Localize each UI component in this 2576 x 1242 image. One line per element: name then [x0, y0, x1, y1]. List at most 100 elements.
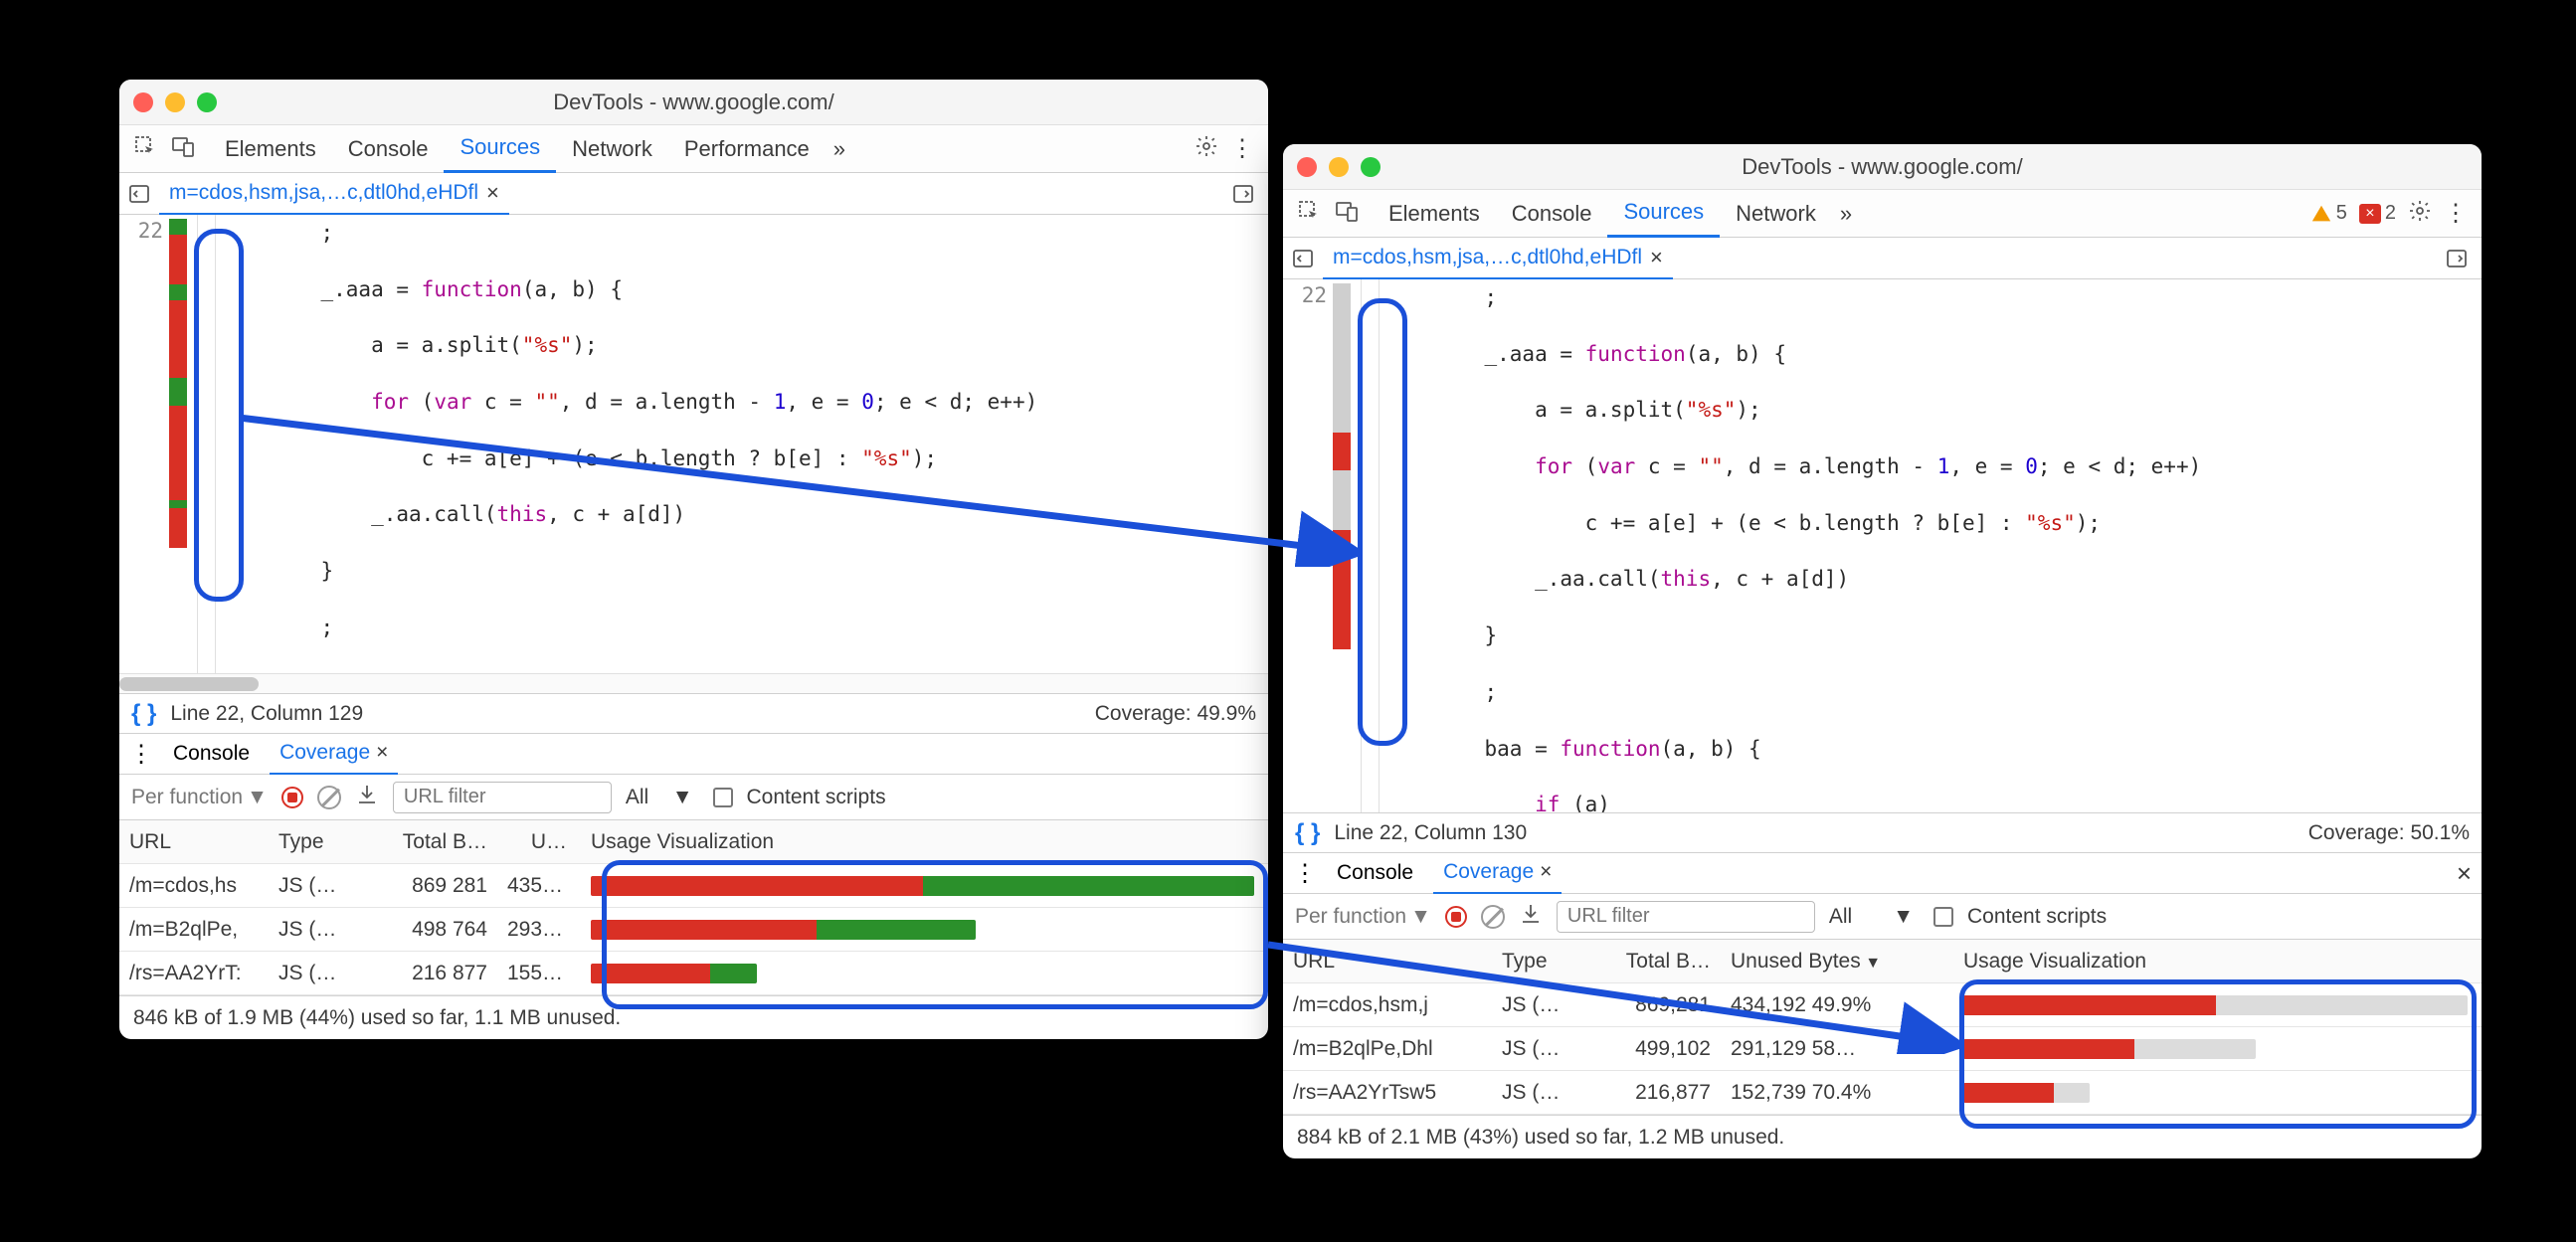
panel-tab-sources[interactable]: Sources [1607, 190, 1720, 238]
table-row[interactable]: /m=cdos,hs JS (… 869 281 435 … [119, 864, 1268, 908]
drawer-menu-icon[interactable]: ⋮ [129, 740, 153, 769]
editor-statusbar: { } Line 22, Column 130 Coverage: 50.1% [1283, 812, 2482, 852]
panel-tab-console[interactable]: Console [1496, 190, 1608, 238]
file-tab-label: m=cdos,hsm,jsa,…c,dtl0hd,eHDfl [1333, 246, 1642, 269]
close-drawer-tab-icon[interactable]: × [1540, 860, 1552, 884]
horizontal-scrollbar[interactable] [119, 673, 1268, 693]
more-tabs-button[interactable]: » [826, 136, 853, 162]
coverage-percent: Coverage: 49.9% [1095, 702, 1256, 726]
code-editor[interactable]: 22 ; _.aaa = function(a, b) { a = a.spli… [1283, 279, 2482, 812]
coverage-toolbar: Per function ▼ All ▼ Content scripts [1283, 894, 2482, 940]
show-debugger-icon[interactable] [2442, 247, 2482, 270]
record-button[interactable] [1445, 906, 1467, 928]
drawer-tab-console[interactable]: Console [163, 733, 260, 775]
cursor-position: Line 22, Column 129 [170, 702, 363, 726]
device-toolbar-icon[interactable] [1335, 199, 1359, 229]
col-unused[interactable]: Unused Bytes [1721, 950, 1949, 974]
show-debugger-icon[interactable] [1228, 182, 1268, 206]
device-toolbar-icon[interactable] [171, 134, 195, 164]
export-icon[interactable] [355, 783, 379, 812]
close-drawer-icon[interactable]: × [2457, 858, 2472, 889]
coverage-percent: Coverage: 50.1% [2308, 821, 2470, 845]
drawer-tab-console[interactable]: Console [1327, 852, 1423, 894]
more-tabs-button[interactable]: » [1832, 201, 1860, 227]
table-row[interactable]: /rs=AA2YrT: JS (… 216 877 155 … [119, 952, 1268, 995]
code-editor[interactable]: 22 ; _.aaa = function(a, b) { a = a.spli… [119, 215, 1268, 673]
clear-button[interactable] [317, 786, 341, 809]
col-type[interactable]: Type [1492, 950, 1591, 974]
type-filter-select[interactable]: All ▼ [626, 786, 699, 809]
pretty-print-icon[interactable]: { } [1295, 819, 1320, 847]
drawer-tab-coverage[interactable]: Coverage × [270, 733, 398, 775]
coverage-summary: 846 kB of 1.9 MB (44%) used so far, 1.1 … [119, 995, 1268, 1039]
inspect-element-icon[interactable] [1297, 199, 1321, 229]
table-row[interactable]: /rs=AA2YrTsw5 JS (… 216,877 152,739 70.4… [1283, 1071, 2482, 1115]
warnings-badge[interactable]: 5 [2310, 202, 2347, 225]
col-url[interactable]: URL [1283, 950, 1492, 974]
coverage-gutter [1333, 279, 1351, 812]
table-row[interactable]: /m=B2qlPe,Dhl JS (… 499,102 291,129 58… [1283, 1027, 2482, 1071]
col-viz[interactable]: Usage Visualization [577, 830, 1268, 854]
file-tab[interactable]: m=cdos,hsm,jsa,…c,dtl0hd,eHDfl × [1323, 238, 1673, 279]
content-scripts-checkbox[interactable] [1933, 907, 1953, 927]
show-navigator-icon[interactable] [119, 182, 159, 206]
col-type[interactable]: Type [269, 830, 368, 854]
settings-icon[interactable] [1195, 134, 1218, 164]
cursor-position: Line 22, Column 130 [1334, 821, 1527, 845]
close-window-button[interactable] [133, 92, 153, 112]
line-number-gutter: 22 [119, 215, 169, 673]
coverage-toolbar: Per function ▼ All ▼ Content scripts [119, 775, 1268, 820]
panel-tab-network[interactable]: Network [556, 125, 668, 173]
col-total[interactable]: Total B… [368, 830, 497, 854]
col-total[interactable]: Total B… [1591, 950, 1721, 974]
file-tab[interactable]: m=cdos,hsm,jsa,…c,dtl0hd,eHDfl × [159, 173, 509, 215]
panel-tab-elements[interactable]: Elements [209, 125, 332, 173]
panel-tab-network[interactable]: Network [1720, 190, 1832, 238]
coverage-granularity-select[interactable]: Per function ▼ [131, 786, 268, 809]
close-file-tab-icon[interactable]: × [486, 180, 499, 206]
close-window-button[interactable] [1297, 157, 1317, 177]
panel-tab-elements[interactable]: Elements [1373, 190, 1496, 238]
panel-tab-sources[interactable]: Sources [444, 125, 556, 173]
table-row[interactable]: /m=B2qlPe, JS (… 498 764 293 … [119, 908, 1268, 952]
inspect-element-icon[interactable] [133, 134, 157, 164]
errors-badge[interactable]: ×2 [2359, 202, 2396, 225]
content-scripts-label: Content scripts [1967, 905, 2107, 929]
file-tabs: m=cdos,hsm,jsa,…c,dtl0hd,eHDfl × [1283, 238, 2482, 279]
settings-icon[interactable] [2408, 199, 2432, 229]
minimize-window-button[interactable] [1329, 157, 1349, 177]
code-content: ; _.aaa = function(a, b) { a = a.split("… [227, 215, 1268, 673]
close-drawer-tab-icon[interactable]: × [376, 741, 388, 765]
pretty-print-icon[interactable]: { } [131, 700, 156, 728]
panel-tab-console[interactable]: Console [332, 125, 445, 173]
drawer-menu-icon[interactable]: ⋮ [1293, 859, 1317, 888]
url-filter-input[interactable] [1557, 901, 1815, 933]
line-number-gutter: 22 [1283, 279, 1333, 812]
more-menu-icon[interactable]: ⋮ [1230, 134, 1254, 163]
show-navigator-icon[interactable] [1283, 247, 1323, 270]
content-scripts-checkbox[interactable] [713, 788, 733, 807]
drawer-tabs: ⋮ Console Coverage × [119, 733, 1268, 775]
window-title: DevTools - www.google.com/ [119, 89, 1268, 115]
table-row[interactable]: /m=cdos,hsm,j JS (… 869,281 434,192 49.9… [1283, 983, 2482, 1027]
url-filter-input[interactable] [393, 782, 612, 813]
panel-tab-performance[interactable]: Performance [668, 125, 826, 173]
col-url[interactable]: URL [119, 830, 269, 854]
coverage-granularity-select[interactable]: Per function ▼ [1295, 905, 1431, 929]
record-button[interactable] [281, 787, 303, 808]
maximize-window-button[interactable] [1361, 157, 1380, 177]
col-unused[interactable]: U… [497, 830, 577, 854]
content-scripts-label: Content scripts [747, 786, 886, 809]
code-content: ; _.aaa = function(a, b) { a = a.split("… [1390, 279, 2482, 812]
minimize-window-button[interactable] [165, 92, 185, 112]
type-filter-select[interactable]: All ▼ [1829, 905, 1920, 929]
drawer-tab-coverage[interactable]: Coverage × [1433, 852, 1562, 894]
coverage-summary: 884 kB of 2.1 MB (43%) used so far, 1.2 … [1283, 1115, 2482, 1158]
clear-button[interactable] [1481, 905, 1505, 929]
col-viz[interactable]: Usage Visualization [1949, 950, 2482, 974]
drawer-tabs: ⋮ Console Coverage × × [1283, 852, 2482, 894]
close-file-tab-icon[interactable]: × [1650, 245, 1663, 270]
more-menu-icon[interactable]: ⋮ [2444, 199, 2468, 228]
maximize-window-button[interactable] [197, 92, 217, 112]
export-icon[interactable] [1519, 902, 1543, 932]
